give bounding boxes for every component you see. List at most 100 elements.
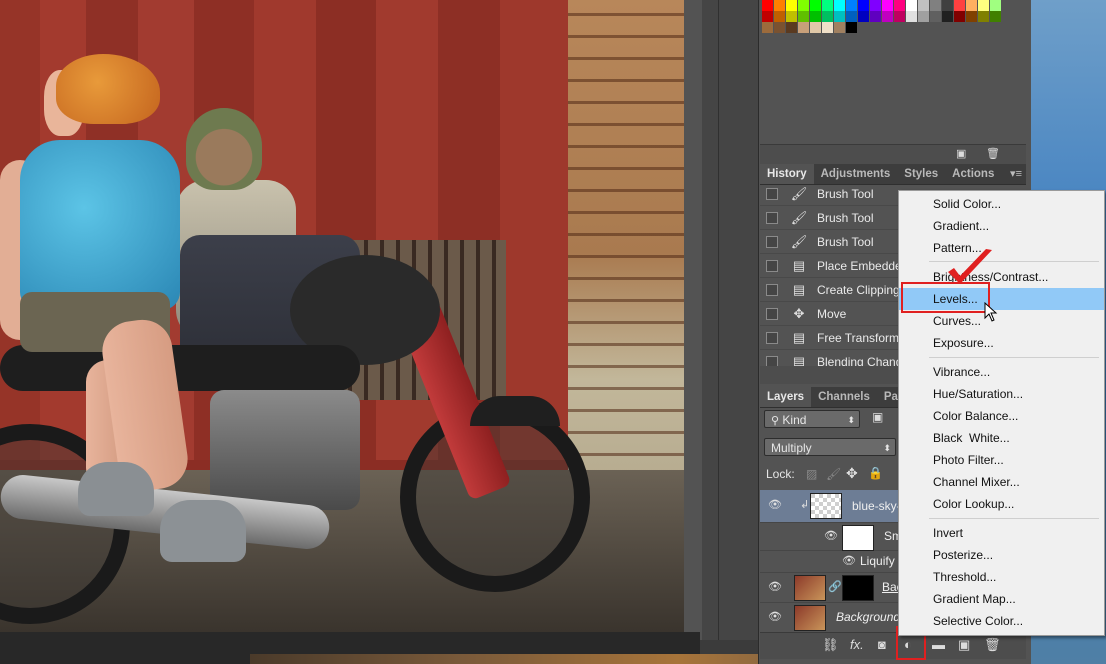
color-swatch[interactable] (786, 0, 797, 11)
color-swatch[interactable] (846, 11, 857, 22)
menu-item-curves[interactable]: Curves... (899, 310, 1104, 332)
snapshot-checkbox[interactable] (766, 307, 778, 320)
color-swatch[interactable] (978, 0, 989, 11)
color-swatch[interactable] (774, 0, 785, 11)
color-swatch[interactable] (990, 0, 1001, 11)
menu-item-invert[interactable]: Invert (899, 522, 1104, 544)
pixel-filter-icon[interactable]: ▣ (872, 410, 883, 424)
color-swatch[interactable] (882, 0, 893, 11)
lock-position-icon[interactable]: ✥ (846, 465, 858, 482)
color-swatch[interactable] (762, 0, 773, 11)
menu-item-pattern[interactable]: Pattern... (899, 237, 1104, 259)
link-layers-icon[interactable]: ⛓ (822, 637, 839, 653)
menu-item-posterize[interactable]: Posterize... (899, 544, 1104, 566)
color-swatch[interactable] (774, 11, 785, 22)
color-swatch[interactable] (894, 11, 905, 22)
blend-mode-select[interactable]: Multiply ⬍ (764, 438, 896, 456)
color-swatch[interactable] (798, 11, 809, 22)
panel-menu-icon[interactable]: ▾≡ (1010, 167, 1022, 180)
menu-item-gradient[interactable]: Gradient... (899, 215, 1104, 237)
layer-filter-select[interactable]: ⚲ Kind ⬍ (764, 410, 860, 428)
color-swatch[interactable] (954, 11, 965, 22)
color-swatch[interactable] (966, 11, 977, 22)
add-mask-icon[interactable]: ◙ (878, 637, 886, 652)
eye-icon[interactable]: 👁 (768, 610, 782, 623)
document-canvas[interactable] (0, 0, 684, 632)
snapshot-checkbox[interactable] (766, 211, 778, 224)
color-swatch[interactable] (786, 22, 797, 33)
color-swatch[interactable] (906, 11, 917, 22)
snapshot-checkbox[interactable] (766, 331, 778, 344)
menu-item-hue-saturation[interactable]: Hue/Saturation... (899, 383, 1104, 405)
menu-item-selective-color[interactable]: Selective Color... (899, 610, 1104, 632)
color-swatch[interactable] (918, 0, 929, 11)
color-swatch[interactable] (834, 0, 845, 11)
color-swatch[interactable] (822, 22, 833, 33)
lock-all-icon[interactable]: 🔒 (868, 466, 883, 480)
color-swatch[interactable] (786, 11, 797, 22)
tab-history[interactable]: History (760, 164, 814, 184)
new-swatch-icon[interactable]: ▣ (956, 147, 966, 160)
color-swatch[interactable] (942, 0, 953, 11)
eye-icon[interactable]: 👁 (824, 529, 838, 542)
color-swatch[interactable] (846, 22, 857, 33)
snapshot-checkbox[interactable] (766, 259, 778, 272)
snapshot-checkbox[interactable] (766, 235, 778, 248)
eye-icon[interactable]: 👁 (842, 554, 856, 567)
color-swatch[interactable] (894, 0, 905, 11)
menu-item-threshold[interactable]: Threshold... (899, 566, 1104, 588)
menu-item-vibrance[interactable]: Vibrance... (899, 361, 1104, 383)
color-swatch[interactable] (870, 0, 881, 11)
menu-item-gradient-map[interactable]: Gradient Map... (899, 588, 1104, 610)
color-swatch[interactable] (834, 22, 845, 33)
new-layer-icon[interactable]: ▣ (958, 637, 970, 653)
color-swatch[interactable] (810, 11, 821, 22)
lock-transparency-icon[interactable]: ▨ (806, 467, 817, 481)
trash-icon[interactable]: 🗑 (984, 637, 1001, 653)
color-swatch[interactable] (810, 22, 821, 33)
snapshot-checkbox[interactable] (766, 283, 778, 296)
canvas-scrollbar[interactable] (702, 0, 718, 640)
color-swatch[interactable] (966, 0, 977, 11)
menu-item-black-white[interactable]: Black White... (899, 427, 1104, 449)
fx-icon[interactable]: fx. (850, 637, 864, 652)
color-swatch[interactable] (810, 0, 821, 11)
snapshot-checkbox[interactable] (766, 187, 778, 200)
menu-item-exposure[interactable]: Exposure... (899, 332, 1104, 354)
lock-paint-icon[interactable]: 🖌 (826, 467, 841, 481)
color-swatch[interactable] (906, 0, 917, 11)
menu-item-channel-mixer[interactable]: Channel Mixer... (899, 471, 1104, 493)
color-swatch[interactable] (930, 11, 941, 22)
tab-adjustments[interactable]: Adjustments (814, 164, 898, 184)
tab-layers[interactable]: Layers (760, 387, 812, 407)
color-swatch[interactable] (798, 22, 809, 33)
color-swatch[interactable] (762, 22, 773, 33)
eye-icon[interactable]: 👁 (768, 580, 782, 593)
color-swatch[interactable] (858, 0, 869, 11)
color-swatch[interactable] (942, 11, 953, 22)
swatches-grid[interactable] (762, 0, 1002, 44)
color-swatch[interactable] (846, 0, 857, 11)
color-swatch[interactable] (930, 0, 941, 11)
menu-item-color-lookup[interactable]: Color Lookup... (899, 493, 1104, 515)
color-swatch[interactable] (978, 11, 989, 22)
color-swatch[interactable] (834, 11, 845, 22)
color-swatch[interactable] (822, 11, 833, 22)
tab-actions[interactable]: Actions (945, 164, 1001, 184)
menu-item-photo-filter[interactable]: Photo Filter... (899, 449, 1104, 471)
link-icon[interactable]: 🔗 (828, 580, 842, 593)
layer-name[interactable]: blue-sky- (852, 499, 901, 513)
color-swatch[interactable] (870, 11, 881, 22)
menu-item-solid-color[interactable]: Solid Color... (899, 193, 1104, 215)
menu-item-color-balance[interactable]: Color Balance... (899, 405, 1104, 427)
color-swatch[interactable] (918, 11, 929, 22)
color-swatch[interactable] (798, 0, 809, 11)
color-swatch[interactable] (762, 11, 773, 22)
tab-styles[interactable]: Styles (897, 164, 945, 184)
tab-channels[interactable]: Channels (811, 387, 877, 407)
color-swatch[interactable] (822, 0, 833, 11)
color-swatch[interactable] (858, 11, 869, 22)
color-swatch[interactable] (990, 11, 1001, 22)
color-swatch[interactable] (882, 11, 893, 22)
color-swatch[interactable] (774, 22, 785, 33)
